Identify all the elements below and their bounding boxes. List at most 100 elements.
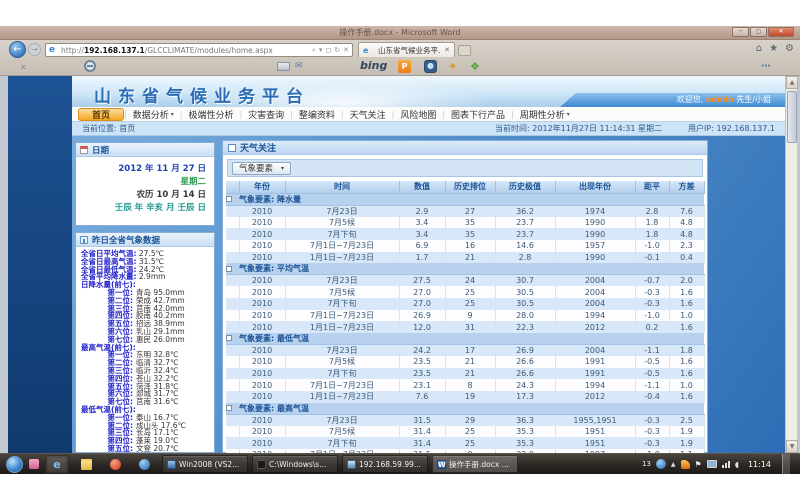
display-icon[interactable] <box>707 460 717 468</box>
browser-sphere-icon[interactable] <box>132 455 156 474</box>
checkbox-icon[interactable] <box>226 335 232 341</box>
table-row[interactable]: 20107月1日~7月23日6.91614.61957-1.02.3 <box>226 240 704 252</box>
nav-item-5[interactable]: 天气关注 <box>344 108 392 121</box>
table-row[interactable]: 20107月下旬31.42535.31951-0.31.9 <box>226 437 704 449</box>
volume-icon[interactable]: ◖ <box>735 460 739 469</box>
bing-logo[interactable]: bing <box>360 59 387 72</box>
table-header-lead-cell <box>226 181 239 193</box>
table-row[interactable]: 20107月23日24.21726.92004-1.11.8 <box>226 344 704 356</box>
close-button[interactable]: ✕ <box>768 27 794 37</box>
scrollbar-thumb[interactable] <box>787 91 797 143</box>
table-header-cell: 数值 <box>399 181 445 193</box>
taskbar-button-2[interactable]: 192.168.59.99... <box>342 455 428 473</box>
table-row[interactable]: 20107月下旬27.02530.52004-0.31.6 <box>226 298 704 310</box>
nav-item-3[interactable]: 灾害查询 <box>242 108 290 121</box>
table-row[interactable]: 20107月23日2.92736.219742.87.6 <box>226 205 704 217</box>
table-cell: 26.6 <box>495 368 555 380</box>
row-lead-cell <box>226 356 239 368</box>
network-icon[interactable] <box>722 461 730 468</box>
table-row[interactable]: 20107月1日~7月23日23.1824.31994-1.11.0 <box>226 379 704 391</box>
compatibility-view-icon[interactable]: ◻ <box>325 46 331 54</box>
table-row[interactable]: 20101月1日~7月23日12.03122.320120.21.6 <box>226 321 704 333</box>
calendar-weekday: 星期二 <box>76 176 206 189</box>
table-row[interactable]: 20107月5候3.43523.719901.84.8 <box>226 217 704 229</box>
favorites-star-icon[interactable]: ★ <box>769 43 778 54</box>
bing-app-icon[interactable]: P <box>398 60 411 73</box>
table-row[interactable]: 20107月5候23.52126.61991-0.51.6 <box>226 356 704 368</box>
start-button[interactable] <box>6 456 23 473</box>
browser-tab[interactable]: e 山东省气候业务平... ✕ <box>358 42 455 57</box>
more-options-icon[interactable]: ⋯ <box>761 61 772 72</box>
scrollbar-up-arrow[interactable]: ▲ <box>786 76 798 89</box>
nav-item-1[interactable]: 数据分析▾ <box>127 108 180 121</box>
table-row[interactable]: 20107月下旬23.52126.61991-0.51.6 <box>226 368 704 380</box>
table-row[interactable]: 20107月23日27.52430.72004-0.72.0 <box>226 275 704 287</box>
nav-item-8[interactable]: 周期性分析▾ <box>514 108 576 121</box>
show-desktop-button[interactable] <box>782 454 790 475</box>
background-window-title: 操作手册.docx - Microsoft Word <box>339 27 460 38</box>
home-icon[interactable]: ⌂ <box>756 43 762 54</box>
checkbox-icon[interactable] <box>226 266 232 272</box>
table-cell: 14.6 <box>495 240 555 252</box>
toolbar-close-icon[interactable]: ✕ <box>20 63 27 72</box>
nav-item-4[interactable]: 整编资料 <box>293 108 341 121</box>
table-row[interactable]: 20101月1日~7月23日7.61917.32012-0.41.6 <box>226 391 704 403</box>
tray-expand-icon[interactable]: ▲ <box>671 461 676 468</box>
back-button[interactable]: ← <box>9 41 26 58</box>
checkbox-icon[interactable] <box>226 196 232 202</box>
search-icon[interactable]: ⌕ <box>312 46 316 55</box>
new-tab-button[interactable] <box>458 45 471 56</box>
table-row[interactable]: 20107月下旬3.43523.719901.84.8 <box>226 228 704 240</box>
table-cell: 21 <box>445 368 495 380</box>
table-row[interactable]: 20107月5候31.42535.31951-0.31.9 <box>226 426 704 438</box>
security-alert-icon[interactable] <box>681 460 690 469</box>
camera-widget-icon[interactable] <box>424 60 437 73</box>
table-group-row[interactable]: 气象要素: 最高气温 <box>226 403 704 415</box>
sparkle-widget-icon[interactable]: ✦ <box>448 60 457 73</box>
card-icon[interactable] <box>277 62 290 71</box>
table-row[interactable]: 20101月1日~7月23日1.7212.81990-0.10.4 <box>226 252 704 264</box>
tab-title: 山东省气候业务平... <box>378 45 441 56</box>
table-cell: 1991 <box>555 356 635 368</box>
scrollbar-down-arrow[interactable]: ▼ <box>786 440 798 453</box>
table-row[interactable]: 20107月1日~7月23日26.9928.01994-1.01.0 <box>226 310 704 322</box>
ie-icon[interactable] <box>45 455 69 474</box>
pinned-app-icon[interactable] <box>29 459 39 469</box>
table-cell: 3.4 <box>399 228 445 240</box>
tab-close-icon[interactable]: ✕ <box>444 46 450 54</box>
nav-item-6[interactable]: 风险地图 <box>394 108 442 121</box>
address-bar[interactable]: e http://192.168.137.1/GLCCLIMATE/module… <box>45 43 353 57</box>
table-row[interactable]: 20107月5候27.02530.52004-0.31.6 <box>226 286 704 298</box>
taskbar-clock[interactable]: 11:14 <box>748 460 771 469</box>
input-method-icon[interactable] <box>656 459 666 469</box>
refresh-icon[interactable]: ↻ <box>334 46 340 54</box>
minimize-button[interactable]: ─ <box>732 27 749 37</box>
settings-gear-icon[interactable]: ⚙ <box>785 43 794 54</box>
taskbar-button-1[interactable]: C:\Windows\s... <box>252 455 338 473</box>
action-center-flag-icon[interactable]: ⚑ <box>695 460 702 469</box>
table-group-row[interactable]: 气象要素: 平均气温 <box>226 263 704 275</box>
table-header-cell: 方差 <box>669 181 704 193</box>
maximize-button[interactable]: ▢ <box>750 27 767 37</box>
share-widget-icon[interactable]: ❖ <box>470 60 480 73</box>
taskbar-button-3[interactable]: 操作手册.docx ... <box>432 455 518 473</box>
nav-item-2[interactable]: 极端性分析 <box>182 108 239 121</box>
folder-icon[interactable] <box>74 455 98 474</box>
breadcrumb-current[interactable]: 首页 <box>119 124 135 133</box>
group-checkbox-cell <box>226 333 239 345</box>
checkbox-icon[interactable] <box>226 405 232 411</box>
element-selector-button[interactable]: 气象要素 ▾ <box>232 162 291 175</box>
table-row[interactable]: 20107月23日31.52936.31955,1951-0.32.5 <box>226 414 704 426</box>
chevron-down-icon[interactable]: ▾ <box>319 46 323 54</box>
stop-icon[interactable]: ✕ <box>343 46 349 54</box>
table-group-row[interactable]: 气象要素: 最低气温 <box>226 333 704 345</box>
page-scrollbar[interactable]: ▲ ▼ <box>785 76 797 453</box>
row-lead-cell <box>226 286 239 298</box>
table-group-row[interactable]: 气象要素: 降水量 <box>226 193 704 205</box>
media-player-icon[interactable] <box>103 455 127 474</box>
forward-button[interactable]: → <box>28 43 41 56</box>
taskbar-button-0[interactable]: Win2008 (VS2... <box>162 455 248 473</box>
nav-item-0[interactable]: 首页 <box>78 108 124 121</box>
mail-icon[interactable]: ✉ <box>295 61 303 71</box>
nav-item-7[interactable]: 图表下行产品 <box>445 108 511 121</box>
